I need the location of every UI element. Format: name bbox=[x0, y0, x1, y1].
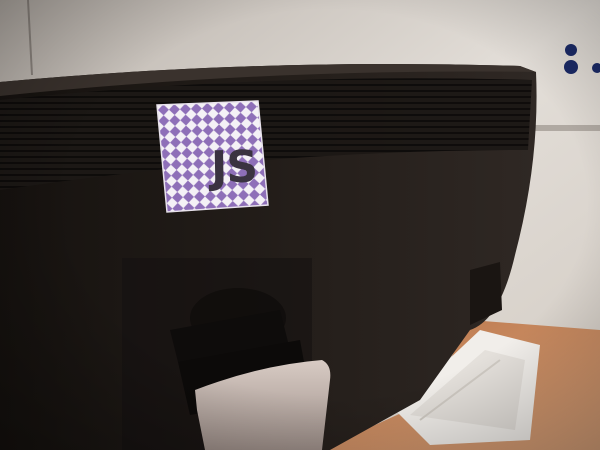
scene-illustration bbox=[0, 0, 600, 450]
magnet bbox=[564, 60, 578, 74]
photo-scene: JS bbox=[0, 0, 600, 450]
js-sticker-text: JS bbox=[210, 141, 258, 194]
whiteboard-tray bbox=[530, 125, 600, 131]
magnet bbox=[565, 44, 577, 56]
